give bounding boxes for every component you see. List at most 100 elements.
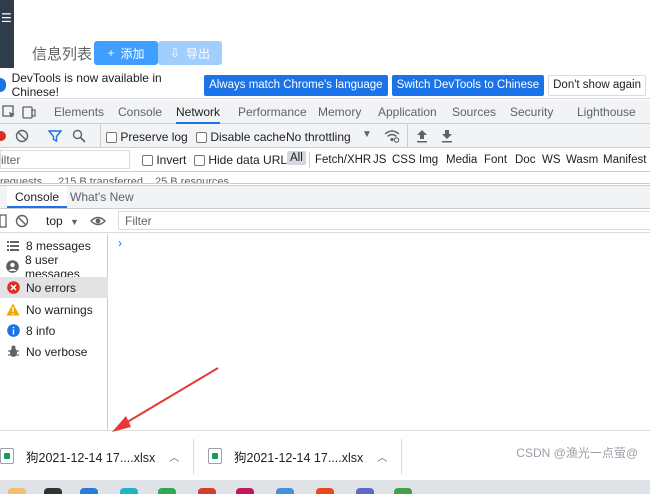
tab-performance[interactable]: Performance — [238, 100, 307, 124]
download-item[interactable]: 狗2021-12-14 17....xlsx ︿ — [0, 439, 179, 473]
invert-checkbox[interactable]: Invert — [142, 153, 186, 167]
filter-type-media[interactable]: Media — [446, 154, 477, 166]
tab-network[interactable]: Network — [176, 100, 221, 124]
taskbar-app-icon[interactable] — [356, 488, 374, 494]
sidebar-item-label: No verbose — [26, 344, 88, 359]
network-filter-row: ilter Invert Hide data URLs All Fetch/XH… — [0, 148, 650, 172]
taskbar-app-icon[interactable] — [316, 488, 334, 494]
device-toolbar-icon[interactable] — [22, 105, 36, 119]
chevron-down-icon[interactable]: ▼ — [362, 129, 372, 140]
add-button-label: 添加 — [120, 46, 145, 61]
bug-icon — [6, 345, 20, 359]
console-filter-placeholder: Filter — [125, 214, 152, 228]
sidebar-item-label: No warnings — [26, 302, 93, 317]
switch-to-chinese-button[interactable]: Switch DevTools to Chinese — [391, 74, 545, 96]
taskbar-app-icon[interactable] — [80, 488, 98, 494]
disable-cache-label: Disable cache — [210, 130, 286, 144]
sidebar-toggle-icon[interactable] — [0, 214, 7, 228]
dont-show-again-button[interactable]: Don't show again — [548, 74, 646, 96]
menu-icon[interactable]: ☰ — [1, 12, 12, 24]
disable-cache-box[interactable] — [196, 132, 207, 144]
taskbar-app-icon[interactable] — [236, 488, 254, 494]
download-item[interactable]: 狗2021-12-14 17....xlsx ︿ — [208, 439, 387, 473]
chevron-down-icon: ▼ — [70, 217, 79, 227]
download-icon: ⇩ — [169, 46, 181, 60]
network-filter-input[interactable]: ilter — [0, 150, 130, 169]
record-icon[interactable] — [0, 129, 8, 143]
requests-count: requests — [0, 176, 43, 184]
network-conditions-icon[interactable] — [384, 129, 400, 143]
sidebar-item-user-messages[interactable]: 8 user messages — [0, 253, 108, 281]
chevron-up-icon[interactable]: ︿ — [169, 449, 179, 464]
chevron-up-icon[interactable]: ︿ — [377, 449, 387, 464]
filter-type-doc[interactable]: Doc — [515, 154, 535, 166]
export-button-label: 导出 — [186, 46, 211, 61]
console-prompt-icon[interactable]: › — [118, 236, 122, 250]
sidebar-item-label: 8 messages — [26, 238, 91, 253]
tab-lighthouse[interactable]: Lighthouse — [577, 100, 636, 124]
sidebar-item-errors[interactable]: No errors — [0, 277, 108, 298]
add-button[interactable]: + 添加 — [94, 41, 158, 65]
filter-type-wasm[interactable]: Wasm — [566, 154, 598, 166]
filter-type-img[interactable]: Img — [419, 154, 438, 166]
filter-type-ws[interactable]: WS — [542, 154, 561, 166]
console-filter-input[interactable]: Filter — [118, 211, 650, 230]
drawer-tab-whats-new[interactable]: What's New — [70, 186, 134, 208]
hide-data-urls-box[interactable] — [194, 155, 205, 167]
taskbar-app-icon[interactable] — [120, 488, 138, 494]
watermark: CSDN @渔光一点萤@ — [516, 446, 638, 460]
sidebar-item-label: 8 info — [26, 323, 56, 338]
tab-sources[interactable]: Sources — [452, 100, 496, 124]
always-match-language-button[interactable]: Always match Chrome's language — [204, 74, 388, 96]
preserve-log-checkbox[interactable]: Preserve log — [106, 130, 188, 144]
console-toolbar: top ▼ Filter — [0, 209, 650, 233]
filter-type-fetch-xhr[interactable]: Fetch/XHR — [315, 154, 371, 166]
throttling-select[interactable]: No throttling — [286, 130, 351, 144]
taskbar-app-icon[interactable] — [8, 488, 26, 494]
clear-console-icon[interactable] — [15, 214, 29, 228]
toolbar-divider — [100, 124, 101, 148]
filter-icon[interactable] — [48, 129, 62, 143]
filter-type-css[interactable]: CSS — [392, 154, 416, 166]
import-har-icon[interactable] — [416, 129, 428, 143]
network-toolbar: Preserve log Disable cache No throttling… — [0, 124, 650, 148]
taskbar-search-icon[interactable] — [44, 488, 62, 494]
export-har-icon[interactable] — [441, 129, 453, 143]
filter-type-all[interactable]: All — [287, 151, 306, 165]
page-title: 信息列表 — [32, 45, 93, 63]
taskbar-app-icon[interactable] — [198, 488, 216, 494]
context-selector[interactable]: top ▼ — [46, 214, 79, 228]
tab-memory[interactable]: Memory — [318, 100, 361, 124]
sidebar-item-warnings[interactable]: No warnings — [0, 299, 108, 320]
info-icon — [0, 78, 6, 92]
warning-icon — [6, 303, 20, 317]
resources-size: 25 B resources — [155, 176, 229, 184]
hide-data-urls-checkbox[interactable]: Hide data URLs — [194, 153, 293, 167]
hide-data-urls-label: Hide data URLs — [208, 153, 294, 167]
filter-type-manifest[interactable]: Manifest — [603, 154, 646, 166]
tab-security[interactable]: Security — [510, 100, 553, 124]
preserve-log-box[interactable] — [106, 132, 117, 144]
inspect-element-icon[interactable] — [2, 105, 16, 119]
export-button[interactable]: ⇩ 导出 — [158, 41, 222, 65]
eye-icon[interactable] — [90, 214, 106, 228]
console-output[interactable]: › — [110, 234, 650, 430]
devtools-language-infobar: DevTools is now available in Chinese! Al… — [0, 71, 650, 99]
filter-type-js[interactable]: JS — [373, 154, 386, 166]
sidebar-item-info[interactable]: 8 info — [0, 320, 108, 341]
invert-box[interactable] — [142, 155, 153, 167]
clear-icon[interactable] — [15, 129, 29, 143]
os-taskbar — [0, 480, 650, 494]
tab-console[interactable]: Console — [118, 100, 162, 124]
filter-type-font[interactable]: Font — [484, 154, 507, 166]
search-icon[interactable] — [72, 129, 86, 143]
taskbar-app-icon[interactable] — [394, 488, 412, 494]
disable-cache-checkbox[interactable]: Disable cache — [196, 130, 286, 144]
taskbar-app-icon[interactable] — [276, 488, 294, 494]
tab-application[interactable]: Application — [378, 100, 437, 124]
transferred-size: 215 B transferred — [58, 176, 143, 184]
drawer-tab-console[interactable]: Console — [7, 186, 68, 208]
tab-elements[interactable]: Elements — [54, 100, 104, 124]
sidebar-item-verbose[interactable]: No verbose — [0, 341, 108, 362]
taskbar-app-icon[interactable] — [158, 488, 176, 494]
